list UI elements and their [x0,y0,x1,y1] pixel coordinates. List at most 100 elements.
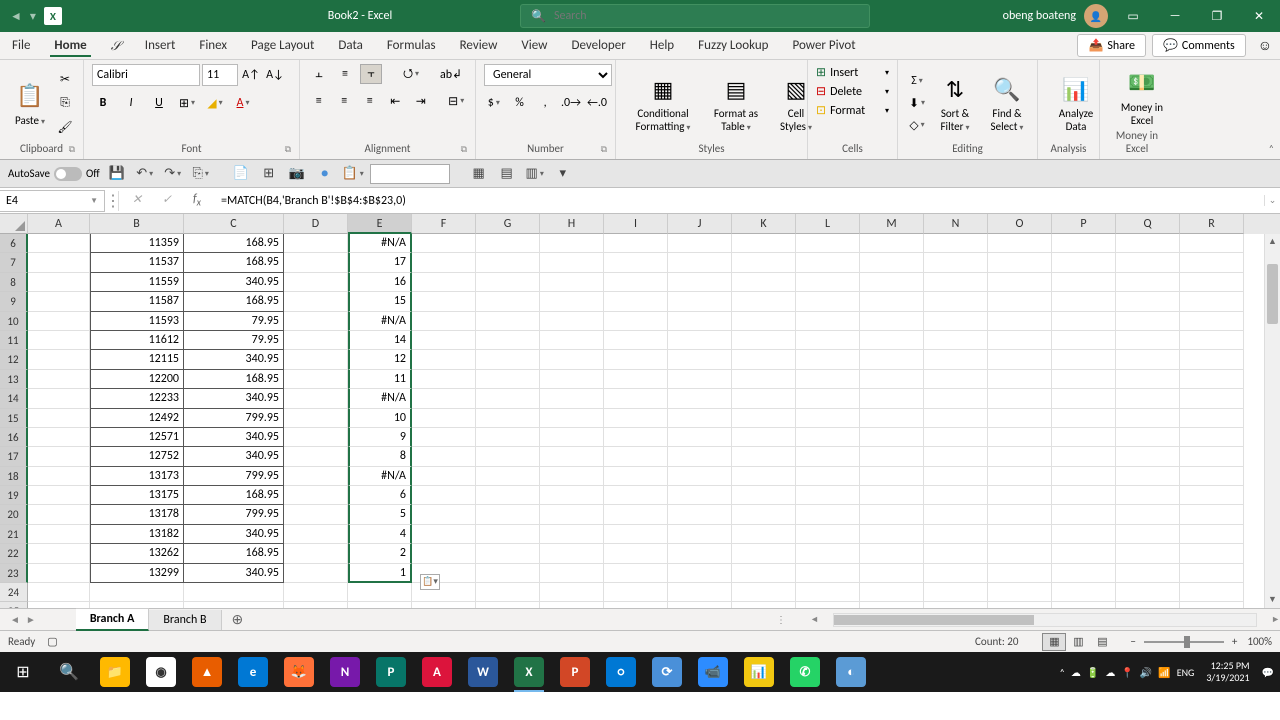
cell[interactable] [860,273,924,292]
cell[interactable]: #N/A [348,467,412,486]
cell[interactable] [28,505,90,524]
cell[interactable] [284,564,348,583]
cell[interactable] [796,602,860,608]
col-header-A[interactable]: A [28,214,90,234]
cell[interactable] [540,331,604,350]
cell[interactable]: 11612 [90,331,184,350]
cell[interactable] [284,525,348,544]
cell[interactable] [604,467,668,486]
cell[interactable] [860,409,924,428]
cell[interactable] [1052,486,1116,505]
cell[interactable] [476,486,540,505]
cell[interactable]: #N/A [348,389,412,408]
cell[interactable]: 11359 [90,234,184,253]
cell[interactable] [860,253,924,272]
cell[interactable] [732,234,796,253]
cell[interactable] [604,292,668,311]
cell[interactable] [796,370,860,389]
qat-6-icon[interactable]: ⊞ [258,163,280,185]
cell[interactable] [1052,273,1116,292]
cell[interactable]: 11537 [90,253,184,272]
cell[interactable] [668,525,732,544]
cell[interactable] [412,544,476,563]
sheet-tab[interactable]: Branch B [149,610,221,630]
cell[interactable] [796,505,860,524]
cell[interactable] [1180,409,1244,428]
cell[interactable] [1180,273,1244,292]
qat-8-icon[interactable]: ● [314,163,336,185]
cell[interactable] [796,409,860,428]
cell[interactable] [476,544,540,563]
cell[interactable] [284,602,348,608]
cell[interactable]: 16 [348,273,412,292]
cell[interactable] [412,447,476,466]
history-icon[interactable]: ▾ [30,9,36,24]
cell[interactable] [668,564,732,583]
cell[interactable] [732,602,796,608]
cell[interactable] [988,544,1052,563]
decrease-font-icon[interactable]: A↓ [264,65,286,85]
cell[interactable] [668,331,732,350]
cell[interactable] [860,428,924,447]
cell[interactable] [668,505,732,524]
cell[interactable] [476,312,540,331]
cell[interactable] [732,583,796,602]
cell[interactable] [28,292,90,311]
cell[interactable] [28,273,90,292]
cell[interactable] [1116,292,1180,311]
cell[interactable] [1052,428,1116,447]
cell[interactable]: 15 [348,292,412,311]
hscroll-right-icon[interactable]: ► [1271,614,1280,625]
cell[interactable] [732,486,796,505]
align-middle-icon[interactable]: ≡ [334,64,356,84]
cell[interactable] [604,273,668,292]
cell[interactable] [1180,312,1244,331]
cell[interactable] [732,389,796,408]
sort-filter-button[interactable]: ⇅Sort & Filter [930,71,980,135]
cell[interactable] [860,389,924,408]
row-header[interactable]: 25 [0,602,28,608]
format-painter-icon[interactable]: 🖌 [54,117,76,137]
user-account[interactable]: obeng boateng 👤 [1003,4,1112,28]
cell[interactable] [476,525,540,544]
cell[interactable] [1052,564,1116,583]
col-header-J[interactable]: J [668,214,732,234]
cell[interactable] [1180,583,1244,602]
cell[interactable] [988,428,1052,447]
tray-location-icon[interactable]: 📍 [1121,666,1133,679]
row-header[interactable]: 9 [0,292,28,311]
cell[interactable] [924,428,988,447]
cell[interactable] [860,525,924,544]
cell[interactable] [988,253,1052,272]
cell[interactable] [604,602,668,608]
cell[interactable] [1052,253,1116,272]
cell[interactable] [1180,505,1244,524]
row-header[interactable]: 14 [0,389,28,408]
wrap-text-icon[interactable]: ab↲ [440,64,462,84]
col-header-B[interactable]: B [90,214,184,234]
cell[interactable] [284,428,348,447]
alignment-launcher-icon[interactable]: ⧉ [461,144,467,155]
cell[interactable] [668,428,732,447]
cell[interactable] [860,564,924,583]
cell[interactable] [668,389,732,408]
cell[interactable]: 340.95 [184,447,284,466]
cell[interactable] [412,350,476,369]
cell[interactable] [668,409,732,428]
cell[interactable] [988,409,1052,428]
cell[interactable] [184,602,284,608]
cell[interactable] [860,312,924,331]
cell[interactable] [1116,602,1180,608]
qat-12-icon[interactable]: ▥ [524,163,546,185]
cell[interactable] [284,467,348,486]
cell[interactable]: 14 [348,331,412,350]
cell[interactable] [1116,447,1180,466]
cell[interactable] [732,350,796,369]
cell[interactable] [1052,525,1116,544]
cell[interactable]: 12200 [90,370,184,389]
qat-10-icon[interactable]: ▦ [468,163,490,185]
cell[interactable] [1052,370,1116,389]
col-header-O[interactable]: O [988,214,1052,234]
tab-help[interactable]: Help [646,34,678,57]
cell[interactable] [412,312,476,331]
